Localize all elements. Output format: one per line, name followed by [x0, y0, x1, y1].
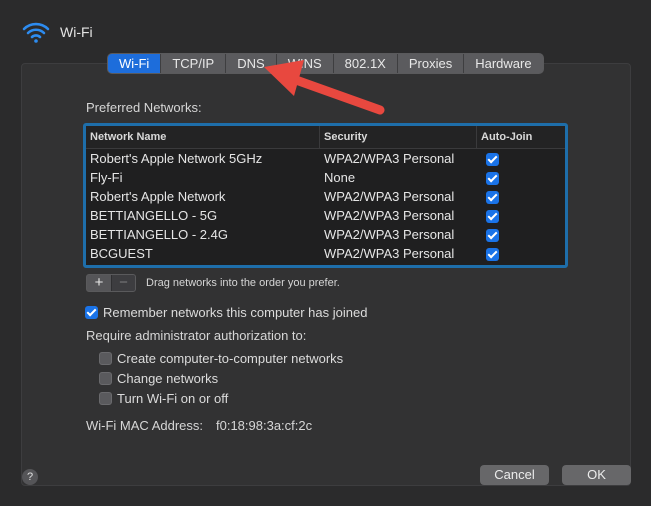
network-security: WPA2/WPA3 Personal	[324, 246, 455, 261]
network-security: WPA2/WPA3 Personal	[324, 151, 455, 166]
remember-networks-checkbox[interactable]	[85, 306, 98, 319]
toggle-wifi-checkbox[interactable]	[99, 392, 112, 405]
annotation-arrow	[264, 60, 385, 115]
mac-address-label: Wi-Fi MAC Address:	[86, 418, 204, 433]
auto-join-checkbox[interactable]	[486, 153, 499, 167]
network-name: Fly-Fi	[90, 170, 123, 185]
network-name: BETTIANGELLO - 5G	[90, 208, 218, 223]
network-security: None	[324, 170, 356, 185]
network-name: Robert's Apple Network 5GHz	[90, 151, 263, 166]
cancel-button[interactable]: Cancel	[480, 465, 549, 485]
remember-networks-row[interactable]: Remember networks this computer has join…	[85, 305, 367, 320]
change-networks-checkbox[interactable]	[99, 372, 112, 385]
create-networks-label: Create computer-to-computer networks	[117, 351, 344, 366]
drag-hint: Drag networks into the order you prefer.	[146, 277, 340, 289]
add-network-button[interactable]: +	[87, 275, 111, 291]
network-security: WPA2/WPA3 Personal	[324, 208, 455, 223]
table-row[interactable]: Fly-Fi None	[86, 168, 565, 187]
network-name: BETTIANGELLO - 2.4G	[90, 227, 228, 242]
toggle-wifi-row[interactable]: Turn Wi-Fi on or off	[99, 391, 228, 406]
tab-tcpip[interactable]: TCP/IP	[161, 54, 227, 73]
wifi-icon	[22, 22, 50, 43]
column-security[interactable]: Security	[320, 126, 477, 148]
window-header: Wi-Fi	[22, 20, 93, 44]
create-networks-checkbox[interactable]	[99, 352, 112, 365]
table-row[interactable]: BETTIANGELLO - 5G WPA2/WPA3 Personal	[86, 206, 565, 225]
auto-join-checkbox[interactable]	[486, 248, 499, 262]
table-row[interactable]: Robert's Apple Network WPA2/WPA3 Persona…	[86, 187, 565, 206]
preferred-networks-label: Preferred Networks:	[86, 100, 202, 115]
ok-button[interactable]: OK	[562, 465, 631, 485]
auto-join-checkbox[interactable]	[486, 191, 499, 205]
window-title: Wi-Fi	[60, 24, 93, 40]
table-row[interactable]: BCGUEST WPA2/WPA3 Personal	[86, 244, 565, 263]
change-networks-row[interactable]: Change networks	[99, 371, 218, 386]
help-button[interactable]: ?	[22, 469, 38, 485]
remove-network-button[interactable]: −	[110, 275, 135, 291]
tab-wifi[interactable]: Wi-Fi	[108, 54, 162, 73]
remember-networks-label: Remember networks this computer has join…	[103, 305, 368, 320]
tab-hardware[interactable]: Hardware	[464, 54, 542, 73]
network-security: WPA2/WPA3 Personal	[324, 189, 455, 204]
column-network-name[interactable]: Network Name	[86, 126, 320, 148]
tab-proxies[interactable]: Proxies	[398, 54, 465, 73]
network-security: WPA2/WPA3 Personal	[324, 227, 455, 242]
change-networks-label: Change networks	[117, 371, 219, 386]
admin-auth-label: Require administrator authorization to:	[86, 328, 307, 343]
table-header: Network Name Security Auto-Join	[86, 126, 565, 149]
auto-join-checkbox[interactable]	[486, 229, 499, 243]
table-row[interactable]: Robert's Apple Network 5GHz WPA2/WPA3 Pe…	[86, 149, 565, 168]
preferred-networks-table[interactable]: Network Name Security Auto-Join Robert's…	[83, 123, 568, 268]
network-name: Robert's Apple Network	[90, 189, 226, 204]
network-name: BCGUEST	[90, 246, 153, 261]
create-networks-row[interactable]: Create computer-to-computer networks	[99, 351, 343, 366]
table-row[interactable]: BETTIANGELLO - 2.4G WPA2/WPA3 Personal	[86, 225, 565, 244]
auto-join-checkbox[interactable]	[486, 172, 499, 186]
add-remove-control: + −	[86, 274, 136, 292]
column-auto-join[interactable]: Auto-Join	[477, 126, 565, 148]
auto-join-checkbox[interactable]	[486, 210, 499, 224]
mac-address-value: f0:18:98:3a:cf:2c	[216, 418, 313, 433]
toggle-wifi-label: Turn Wi-Fi on or off	[117, 391, 229, 406]
